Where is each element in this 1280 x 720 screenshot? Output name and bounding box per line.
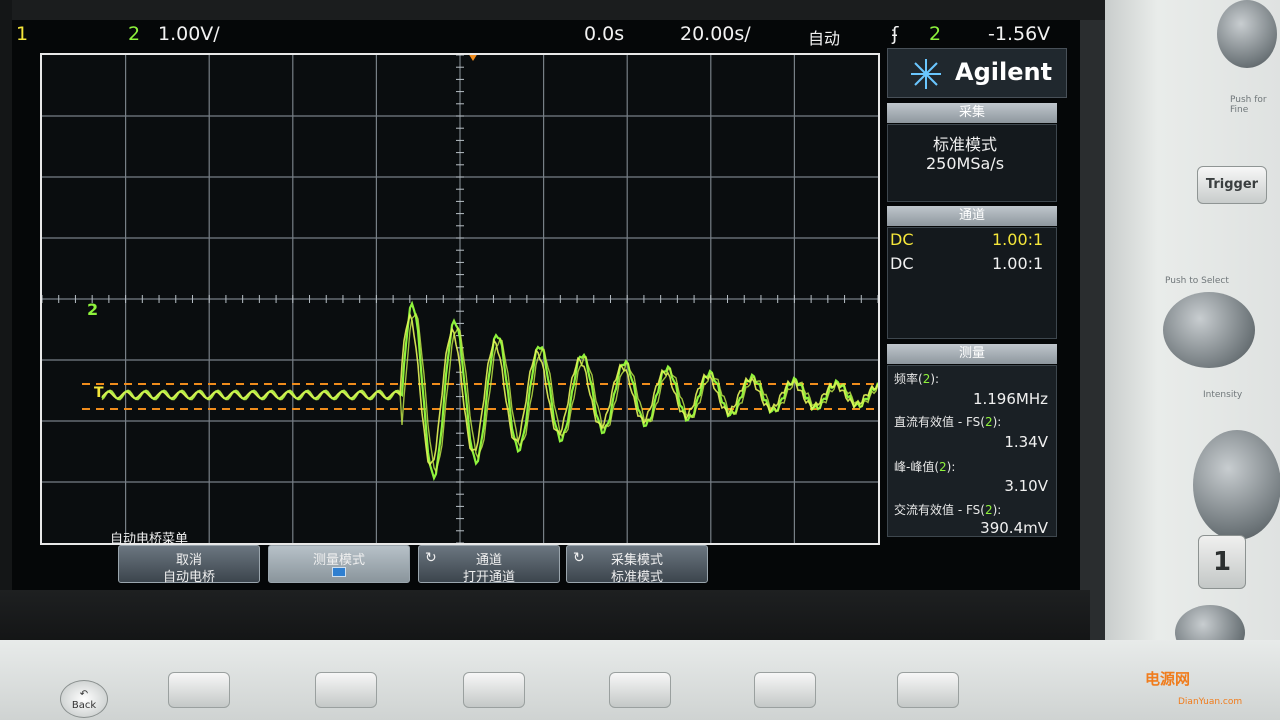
ch2-coupling: DC	[890, 254, 914, 273]
dc-rms-value: 1.34V	[1004, 433, 1048, 451]
side-panel: Push for Fine Push to Select Intensity	[1105, 0, 1280, 660]
meas-channel: 2	[939, 460, 947, 474]
vertical-scale-knob[interactable]	[1193, 430, 1280, 540]
oscilloscope-screen: 1 2 1.00V/ 0.0s 20.00s/ 自动 ʄ 2 -1.56V 2 …	[12, 20, 1080, 590]
measurements-box[interactable]: 频率(2): 1.196MHz 直流有效值 - FS(2): 1.34V 峰-峰…	[887, 365, 1057, 537]
channels-header: 通道	[887, 206, 1057, 226]
back-label: Back	[71, 700, 97, 711]
channels-box[interactable]: DC 1.00:1 DC 1.00:1	[887, 227, 1057, 339]
trigger-level: -1.56V	[988, 23, 1051, 45]
horizontal-knob[interactable]	[1217, 0, 1277, 68]
ch1-probe: 1.00:1	[992, 230, 1044, 249]
meas-channel: 2	[984, 415, 993, 429]
time-offset: 0.0s	[584, 23, 625, 45]
softkey-button-4[interactable]	[609, 672, 671, 708]
softkey-indicator	[269, 566, 409, 581]
select-knob[interactable]	[1163, 292, 1255, 368]
bezel	[0, 0, 1110, 20]
softkey-line2: 打开通道	[462, 570, 515, 585]
watermark-logo: 电源网	[1145, 670, 1191, 688]
rising-edge-icon: ʄ	[892, 23, 899, 45]
ground-marker-ch1[interactable]: T	[94, 385, 104, 401]
sample-rate: 250MSa/s	[926, 154, 1005, 173]
time-scale: 20.00s/	[680, 23, 751, 45]
softkey-button-5[interactable]	[754, 672, 816, 708]
channel-1-indicator[interactable]: 1	[16, 23, 28, 45]
watermark-url: DianYuan.com	[1178, 697, 1243, 707]
status-bar: 1 2 1.00V/ 0.0s 20.00s/ 自动 ʄ 2 -1.56V	[12, 20, 1080, 48]
ch1-coupling: DC	[890, 230, 914, 249]
channel-2-scale: 1.00V/	[158, 23, 220, 45]
back-arrow-icon: ↶	[79, 689, 89, 700]
brand-logo: Agilent	[887, 48, 1067, 98]
bezel-left	[0, 0, 12, 640]
channel-softkey[interactable]: ↻ 通道 打开通道	[418, 545, 560, 585]
meas-channel: 2	[984, 503, 993, 517]
meas-label: 直流有效值 - FS	[894, 415, 981, 429]
softkey-button-6[interactable]	[897, 672, 959, 708]
waveform-display[interactable]: 2 T	[40, 53, 880, 545]
ac-rms-value: 390.4mV	[980, 519, 1048, 537]
measure-mode-softkey[interactable]: 测量模式	[268, 545, 410, 583]
push-fine-label: Push for Fine	[1230, 95, 1267, 115]
measurements-header: 测量	[887, 344, 1057, 364]
acquisition-header: 采集	[887, 103, 1057, 123]
back-button[interactable]: ↶ Back	[60, 680, 108, 718]
softkey-line2: 自动电桥	[162, 570, 215, 585]
frequency-value: 1.196MHz	[972, 390, 1048, 408]
acquisition-mode: 标准模式	[933, 135, 998, 154]
softkey-button-1[interactable]	[168, 672, 230, 708]
acquire-mode-softkey[interactable]: ↻ 采集模式 标准模式	[566, 545, 708, 585]
channel-2-indicator[interactable]: 2	[128, 23, 140, 45]
meas-channel: 2	[922, 372, 931, 386]
brand-name: Agilent	[955, 58, 1053, 86]
softkey-button-2[interactable]	[315, 672, 377, 708]
meas-label: 交流有效值 - FS	[894, 503, 981, 517]
acquisition-box[interactable]: 标准模式 250MSa/s	[887, 124, 1057, 202]
graticule	[42, 55, 878, 543]
channel-1-button[interactable]: 1	[1198, 535, 1246, 589]
push-select-label: Push to Select	[1165, 276, 1229, 286]
spark-icon	[911, 59, 941, 89]
intensity-label: Intensity	[1203, 390, 1243, 400]
trigger-button[interactable]: Trigger	[1197, 166, 1267, 204]
softkey-line2: 标准模式	[610, 570, 663, 585]
info-panel: Agilent 采集 标准模式 250MSa/s 通道 DC 1.00:1 DC…	[887, 48, 1067, 537]
trigger-position-marker[interactable]	[468, 55, 478, 61]
meas-label: 频率	[894, 372, 919, 386]
ground-marker-ch2[interactable]: 2	[87, 300, 98, 319]
meas-label: 峰-峰值	[894, 460, 935, 474]
peak-peak-value: 3.10V	[1004, 477, 1048, 495]
trigger-mode: 自动	[808, 29, 841, 48]
ch2-probe: 1.00:1	[992, 254, 1044, 273]
softkey-button-3[interactable]	[463, 672, 525, 708]
trigger-source: 2	[929, 23, 942, 45]
cancel-autoprobe-softkey[interactable]: 取消 自动电桥	[118, 545, 260, 585]
